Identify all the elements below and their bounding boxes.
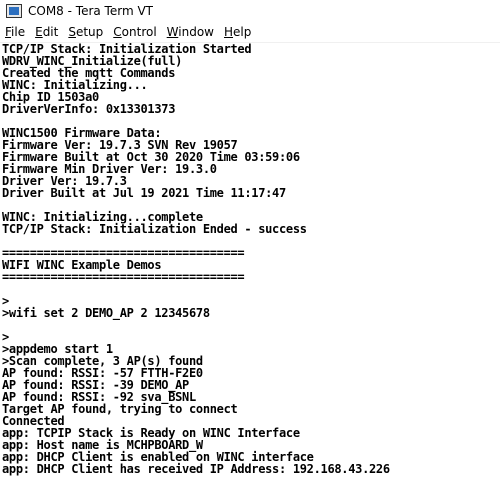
terminal-output[interactable]: TCP/IP Stack: Initialization Started WDRV…: [0, 43, 500, 492]
terminal-line: Driver Built at Jul 19 2021 Time 11:17:4…: [2, 186, 286, 200]
terminal-line: app: DHCP Client has received IP Address…: [2, 462, 390, 476]
menu-setup[interactable]: Setup: [63, 22, 108, 42]
menu-bar: File Edit Setup Control Window Help: [0, 22, 500, 43]
tera-term-app-icon[interactable]: [6, 4, 22, 18]
terminal-lines: TCP/IP Stack: Initialization Started WDRV…: [0, 43, 500, 475]
menu-window[interactable]: Window: [162, 22, 219, 42]
terminal-line: Target AP found, trying to connect: [2, 402, 238, 416]
terminal-line: >wifi set 2 DEMO_AP 2 12345678: [2, 306, 210, 320]
menu-help[interactable]: Help: [219, 22, 256, 42]
title-bar: COM8 - Tera Term VT: [0, 0, 500, 22]
terminal-line: DriverVerInfo: 0x13301373: [2, 102, 176, 116]
terminal-line: TCP/IP Stack: Initialization Ended - suc…: [2, 222, 307, 236]
terminal-line: ===================================: [2, 270, 245, 284]
window-title: COM8 - Tera Term VT: [28, 4, 153, 18]
menu-edit[interactable]: Edit: [30, 22, 63, 42]
menu-file[interactable]: File: [0, 22, 30, 42]
menu-control[interactable]: Control: [108, 22, 161, 42]
